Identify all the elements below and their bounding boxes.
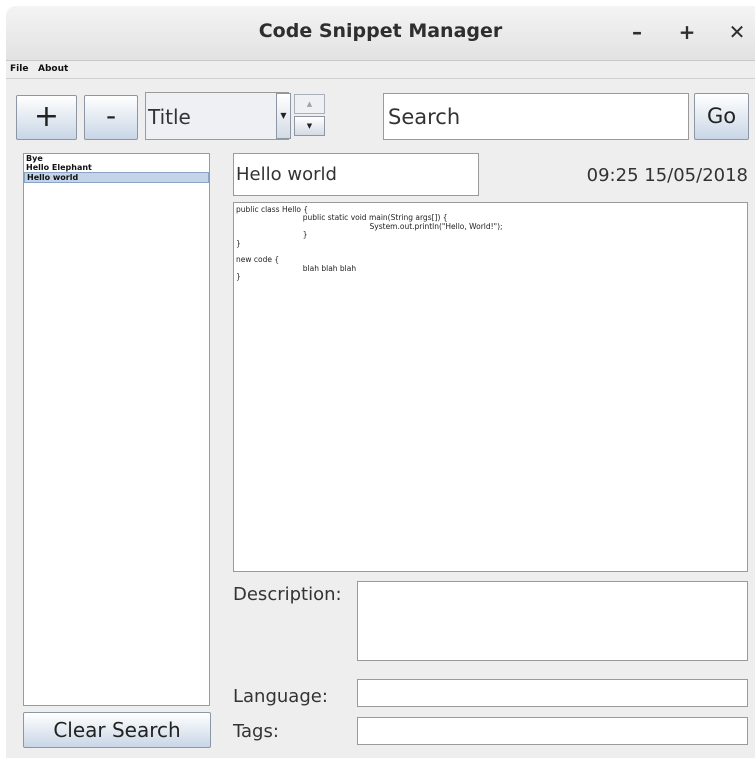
code-editor[interactable]: public class Hello { public static void … (233, 202, 748, 572)
code-content: public class Hello { public static void … (236, 205, 503, 282)
tags-field[interactable] (357, 717, 748, 745)
title-bar[interactable]: Code Snippet Manager – + ✕ (6, 6, 755, 61)
close-button[interactable]: ✕ (722, 19, 752, 45)
app-window: Code Snippet Manager – + ✕ File About + … (6, 6, 755, 758)
description-label: Description: (233, 584, 342, 605)
sort-up-button[interactable]: ▲ (294, 94, 325, 114)
maximize-button[interactable]: + (672, 19, 702, 45)
language-field[interactable] (357, 679, 748, 707)
sort-by-value: Title (148, 105, 191, 129)
sort-by-select[interactable]: Title (145, 92, 289, 140)
description-field[interactable] (357, 581, 748, 661)
list-item[interactable]: Hello Elephant (24, 163, 209, 172)
snippet-timestamp: 09:25 15/05/2018 (586, 165, 748, 186)
remove-snippet-button[interactable]: - (84, 95, 138, 140)
menu-about[interactable]: About (38, 64, 68, 74)
go-button[interactable]: Go (694, 93, 749, 140)
menu-bar: File About (6, 61, 755, 79)
minimize-button[interactable]: – (622, 19, 652, 45)
snippet-list[interactable]: Bye Hello Elephant Hello world (23, 153, 210, 706)
snippet-title-value: Hello world (236, 164, 337, 185)
clear-search-button[interactable]: Clear Search (23, 712, 211, 748)
add-snippet-button[interactable]: + (16, 95, 77, 140)
sort-dropdown-arrow-icon[interactable]: ▼ (276, 93, 291, 139)
tags-label: Tags: (233, 721, 279, 742)
search-input[interactable]: Search (383, 93, 689, 140)
list-item[interactable]: Bye (24, 154, 209, 163)
sort-down-button[interactable]: ▼ (294, 116, 325, 136)
language-label: Language: (233, 686, 328, 707)
list-item-selected[interactable]: Hello world (24, 172, 209, 183)
search-input-value: Search (388, 105, 461, 129)
snippet-title-field[interactable]: Hello world (233, 153, 479, 196)
menu-file[interactable]: File (10, 64, 28, 74)
